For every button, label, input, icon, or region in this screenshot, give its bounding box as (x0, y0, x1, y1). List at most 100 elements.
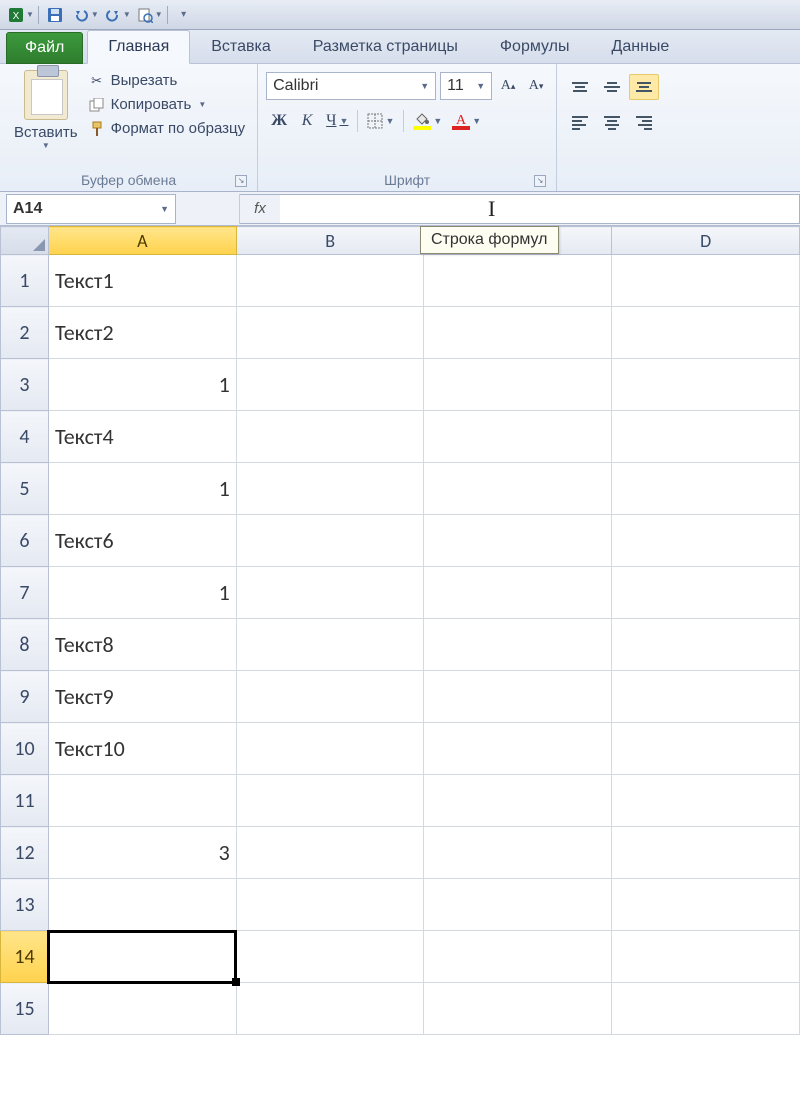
cell[interactable]: Текст4 (48, 411, 236, 463)
font-color-button[interactable]: A ▼ (448, 108, 485, 134)
font-name-combo[interactable]: Calibri ▼ (266, 72, 436, 100)
cell[interactable] (612, 671, 800, 723)
cell[interactable] (424, 463, 612, 515)
cell[interactable] (424, 567, 612, 619)
row-header[interactable]: 5 (1, 463, 49, 515)
cell[interactable] (424, 775, 612, 827)
italic-button[interactable]: К (294, 108, 320, 134)
row-header[interactable]: 12 (1, 827, 49, 879)
cell[interactable] (612, 723, 800, 775)
cell[interactable] (424, 723, 612, 775)
cell[interactable] (424, 983, 612, 1035)
clipboard-launcher-icon[interactable]: ↘ (235, 175, 247, 187)
tab-formulas[interactable]: Формулы (479, 30, 591, 63)
grow-font-button[interactable]: A▴ (496, 74, 520, 98)
cell[interactable] (48, 983, 236, 1035)
shrink-font-button[interactable]: A▾ (524, 74, 548, 98)
cell[interactable] (612, 567, 800, 619)
formula-bar-input[interactable]: I (280, 194, 800, 224)
row-header[interactable]: 9 (1, 671, 49, 723)
tab-page-layout[interactable]: Разметка страницы (292, 30, 479, 63)
cell[interactable]: 3 (48, 827, 236, 879)
tab-home[interactable]: Главная (87, 30, 190, 64)
row-header[interactable]: 7 (1, 567, 49, 619)
undo-icon[interactable] (69, 4, 93, 26)
app-menu-dropdown-icon[interactable]: ▼ (26, 10, 34, 19)
cell[interactable] (612, 931, 800, 983)
column-header-A[interactable]: A (48, 227, 236, 255)
underline-button[interactable]: Ч▼ (322, 108, 352, 134)
row-header[interactable]: 2 (1, 307, 49, 359)
cell[interactable] (424, 307, 612, 359)
name-box[interactable]: A14 ▼ (6, 194, 176, 224)
font-launcher-icon[interactable]: ↘ (534, 175, 546, 187)
cell[interactable] (612, 983, 800, 1035)
cell[interactable] (236, 463, 424, 515)
align-left-button[interactable] (565, 110, 595, 136)
preview-dropdown-icon[interactable]: ▼ (155, 10, 163, 19)
cell[interactable] (424, 879, 612, 931)
cell[interactable] (612, 411, 800, 463)
cell[interactable]: 1 (48, 359, 236, 411)
cell[interactable] (424, 411, 612, 463)
borders-button[interactable]: ▼ (363, 108, 398, 134)
tab-insert[interactable]: Вставка (190, 30, 291, 63)
cell[interactable] (424, 255, 612, 307)
bold-button[interactable]: Ж (266, 108, 292, 134)
cell[interactable] (612, 255, 800, 307)
cell[interactable] (48, 775, 236, 827)
tab-data[interactable]: Данные (591, 30, 691, 63)
cell[interactable] (424, 515, 612, 567)
cell[interactable] (612, 827, 800, 879)
row-header[interactable]: 13 (1, 879, 49, 931)
row-header[interactable]: 15 (1, 983, 49, 1035)
cell[interactable] (236, 827, 424, 879)
cell[interactable] (612, 619, 800, 671)
cell[interactable] (424, 619, 612, 671)
cell[interactable] (612, 359, 800, 411)
cell[interactable]: Текст2 (48, 307, 236, 359)
cell[interactable]: Текст10 (48, 723, 236, 775)
qat-customize-icon[interactable]: ▾ (172, 4, 196, 26)
fill-color-button[interactable]: ▼ (409, 108, 446, 134)
row-header[interactable]: 4 (1, 411, 49, 463)
cell[interactable] (236, 359, 424, 411)
cell[interactable]: Текст1 (48, 255, 236, 307)
cell[interactable]: Текст6 (48, 515, 236, 567)
worksheet-grid[interactable]: A B C D 1Текст12Текст2314Текст4516Текст6… (0, 226, 800, 1035)
cell[interactable] (612, 515, 800, 567)
cell[interactable]: 1 (48, 567, 236, 619)
tab-file[interactable]: Файл (6, 32, 83, 64)
cell[interactable] (236, 879, 424, 931)
align-bottom-button[interactable] (629, 74, 659, 100)
cell[interactable] (612, 307, 800, 359)
cell[interactable] (424, 359, 612, 411)
excel-app-icon[interactable]: X (4, 4, 28, 26)
cell[interactable] (236, 307, 424, 359)
align-right-button[interactable] (629, 110, 659, 136)
cell[interactable] (236, 723, 424, 775)
insert-function-button[interactable]: fx (240, 194, 280, 224)
save-icon[interactable] (43, 4, 67, 26)
row-header[interactable]: 8 (1, 619, 49, 671)
cell[interactable]: Текст9 (48, 671, 236, 723)
row-header[interactable]: 10 (1, 723, 49, 775)
align-middle-button[interactable] (597, 74, 627, 100)
row-header[interactable]: 6 (1, 515, 49, 567)
format-painter-button[interactable]: Формат по образцу (84, 118, 250, 139)
cell[interactable] (612, 879, 800, 931)
cell[interactable] (236, 983, 424, 1035)
row-header[interactable]: 1 (1, 255, 49, 307)
redo-dropdown-icon[interactable]: ▼ (123, 10, 131, 19)
cell[interactable] (236, 619, 424, 671)
cell[interactable] (236, 931, 424, 983)
cell[interactable] (612, 775, 800, 827)
cell[interactable] (48, 931, 236, 983)
cell[interactable] (424, 931, 612, 983)
cell[interactable] (236, 255, 424, 307)
cell[interactable]: 1 (48, 463, 236, 515)
print-preview-icon[interactable] (133, 4, 157, 26)
redo-icon[interactable] (101, 4, 125, 26)
cell[interactable] (236, 775, 424, 827)
cell[interactable]: Текст8 (48, 619, 236, 671)
